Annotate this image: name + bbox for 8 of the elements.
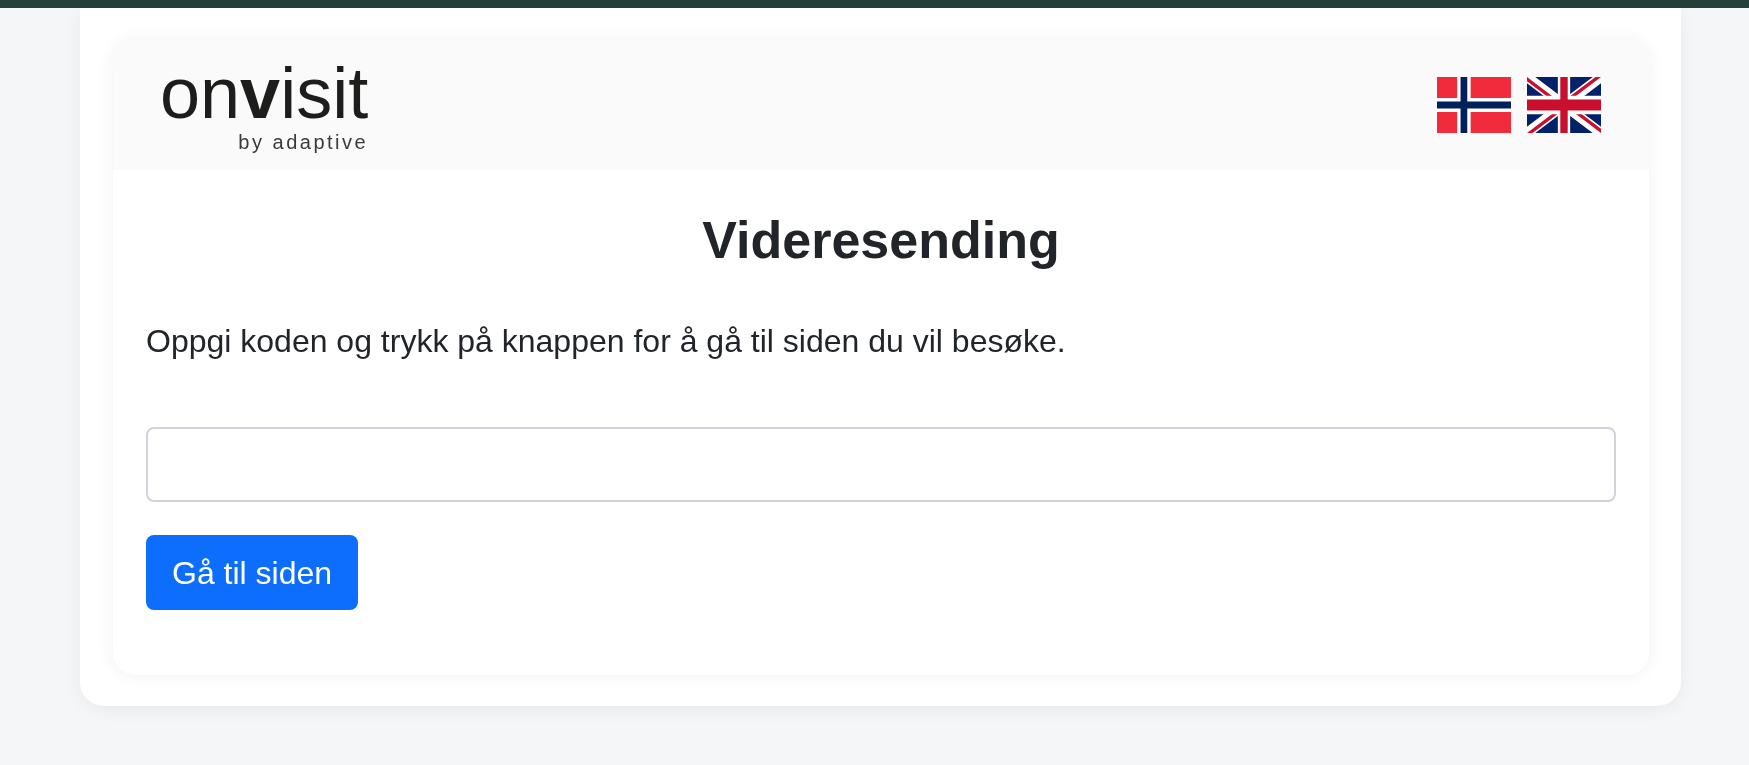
logo-wordmark: onvisit — [160, 61, 369, 125]
code-input-field[interactable] — [146, 427, 1616, 502]
logo-tagline: by adaptive — [238, 131, 369, 153]
british-flag-icon[interactable] — [1527, 77, 1601, 133]
page-title: Videresending — [701, 210, 1061, 271]
instruction-text: Oppgi koden og trykk på knappen for å gå til siden du vil besøke. — [146, 322, 1067, 361]
go-to-page-button[interactable]: Gå til siden — [146, 535, 359, 610]
norwegian-flag-icon[interactable] — [1437, 77, 1511, 133]
